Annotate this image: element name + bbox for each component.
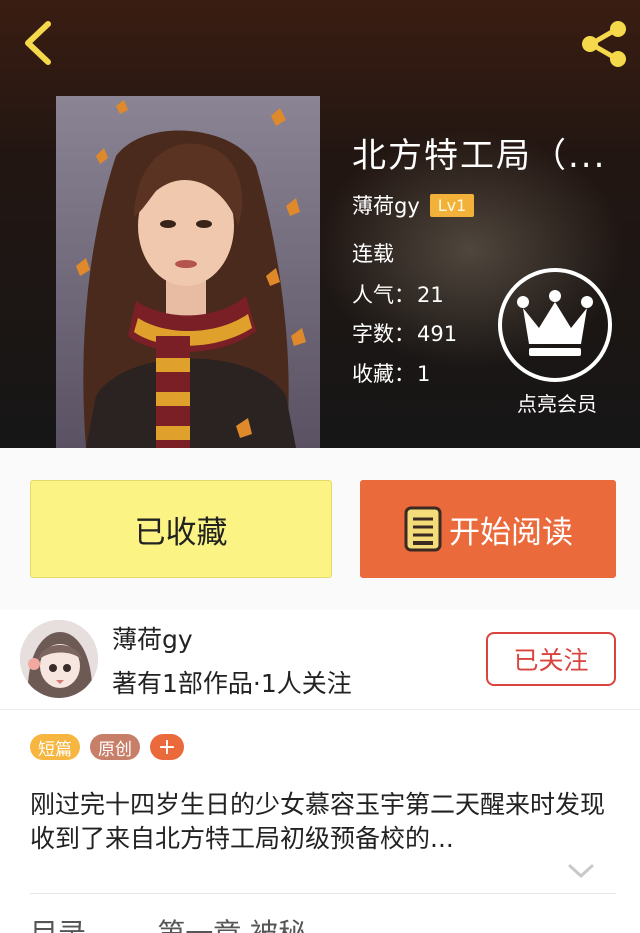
serial-status: 连载 (352, 242, 394, 266)
action-bar: 已收藏 开始阅读 (0, 448, 640, 610)
start-reading-label: 开始阅读 (449, 514, 573, 551)
follow-label: 已关注 (513, 646, 589, 675)
crown-circle (498, 268, 612, 382)
popularity-value: 21 (417, 283, 444, 307)
author-block: 薄荷gy 著有1部作品·1人关注 已关注 (0, 610, 640, 710)
level-badge: Lv1 (429, 193, 475, 217)
cover-illustration (56, 96, 320, 448)
table-of-contents-row[interactable]: 目录 ...... 第一章 被秘 (30, 912, 630, 933)
share-icon (582, 21, 626, 67)
book-cover[interactable] (56, 96, 320, 448)
tag-short[interactable]: 短篇 (30, 734, 80, 760)
book-title: 北方特工局（... (352, 136, 607, 176)
book-icon (404, 506, 442, 552)
chevron-left-icon (25, 21, 51, 65)
crown-icon (517, 290, 593, 356)
favorites-stat: 收藏：1 (352, 358, 430, 388)
share-button[interactable] (578, 18, 630, 70)
start-reading-button[interactable]: 开始阅读 (360, 480, 616, 578)
member-label: 点亮会员 (517, 392, 597, 416)
author-profile-name[interactable]: 薄荷gy (112, 620, 193, 656)
author-stats: 著有1部作品·1人关注 (112, 669, 352, 698)
collected-label: 已收藏 (134, 514, 228, 551)
wordcount-stat: 字数：491 (352, 318, 457, 348)
book-header: 北方特工局（... 薄荷gy Lv1 连载 人气：21 字数：491 收藏：1 … (0, 0, 640, 448)
favorites-value: 1 (417, 362, 431, 386)
wordcount-value: 491 (417, 322, 458, 346)
avatar-illustration (20, 620, 98, 698)
popularity-label: 人气： (352, 283, 415, 307)
author-row: 薄荷gy Lv1 (352, 190, 475, 220)
expand-chevron-icon[interactable] (566, 860, 596, 882)
follow-button[interactable]: 已关注 (486, 632, 616, 686)
divider (30, 893, 616, 894)
book-description[interactable]: 刚过完十四岁生日的少女慕容玉宇第二天醒来时发现收到了来自北方特工局初级预备校的.… (30, 788, 614, 856)
tag-original[interactable]: 原创 (90, 734, 140, 760)
wordcount-label: 字数： (352, 322, 415, 346)
back-button[interactable] (18, 18, 64, 68)
popularity-stat: 人气：21 (352, 279, 444, 309)
add-tag-button[interactable]: + (150, 734, 184, 760)
author-avatar[interactable] (20, 620, 98, 698)
collected-button[interactable]: 已收藏 (30, 480, 332, 578)
author-name[interactable]: 薄荷gy (352, 190, 420, 220)
favorites-label: 收藏： (352, 362, 415, 386)
tag-list: 短篇 原创 + (30, 734, 194, 760)
member-button[interactable]: 点亮会员 (498, 268, 616, 416)
